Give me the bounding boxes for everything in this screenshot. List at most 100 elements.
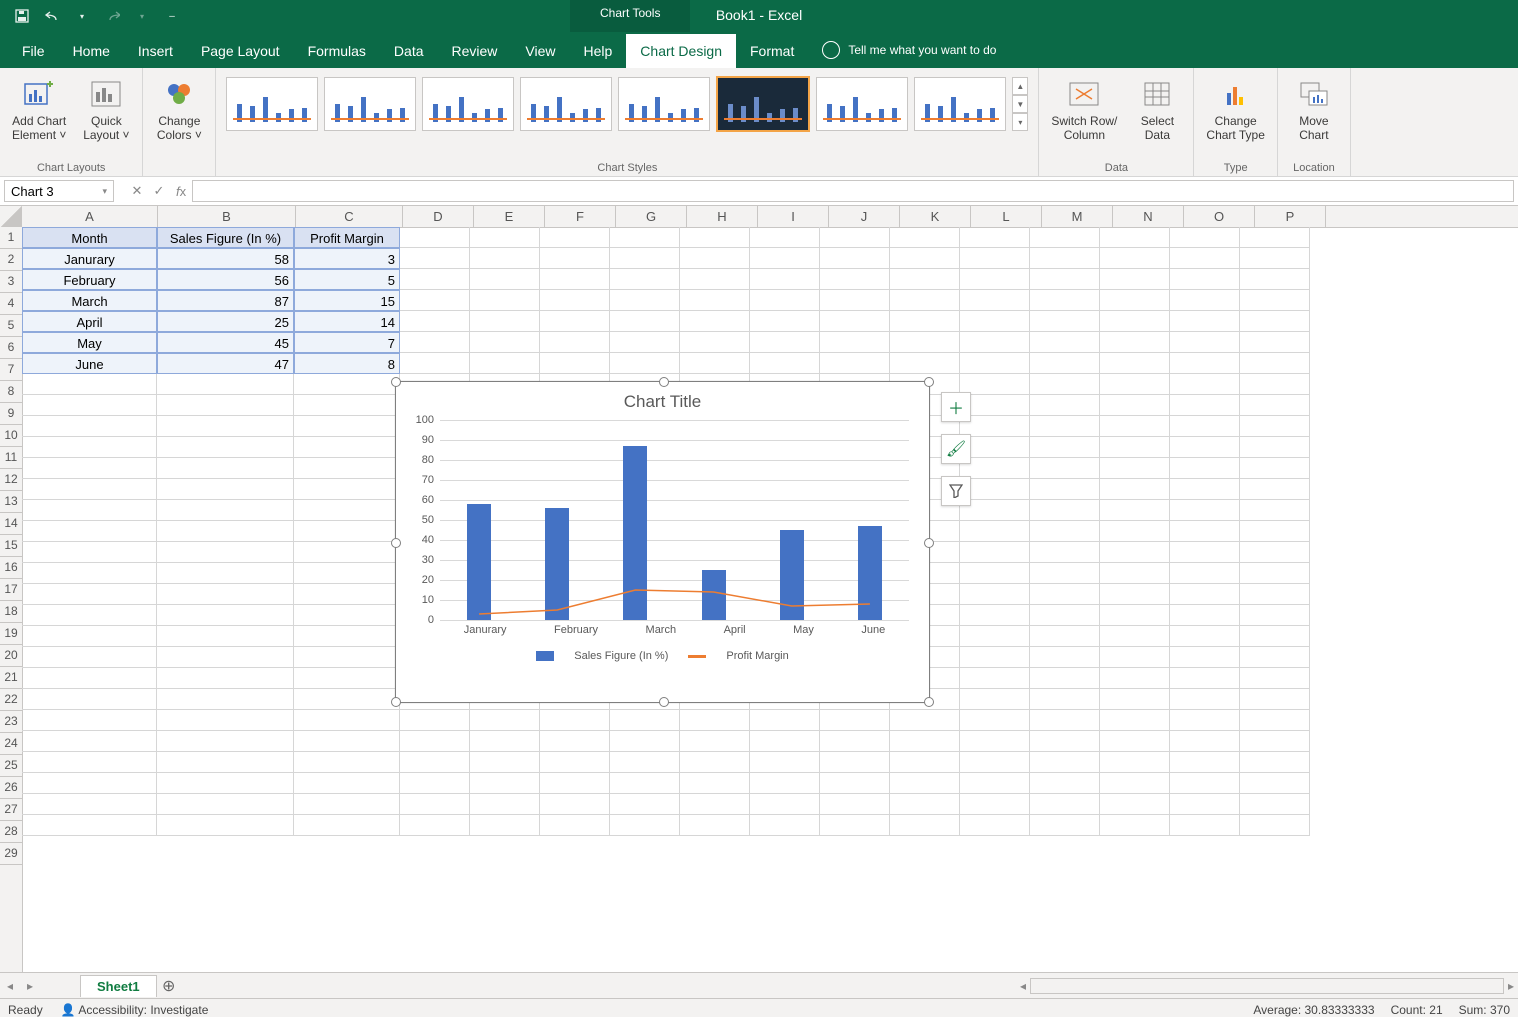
cell[interactable] (294, 542, 400, 563)
cell[interactable] (610, 752, 680, 773)
cell[interactable]: 56 (157, 269, 294, 290)
cell[interactable] (1030, 542, 1100, 563)
cell[interactable] (890, 227, 960, 248)
cell[interactable] (1100, 479, 1170, 500)
change-colors-button[interactable]: Change Colors ˅ (149, 72, 209, 146)
cell[interactable] (1170, 794, 1240, 815)
cell[interactable] (294, 668, 400, 689)
cell[interactable]: May (22, 332, 157, 353)
cell[interactable] (960, 752, 1030, 773)
row-header[interactable]: 8 (0, 381, 22, 403)
row-header[interactable]: 25 (0, 755, 22, 777)
new-sheet-button[interactable]: ⊕ (157, 974, 181, 998)
cell[interactable] (1030, 710, 1100, 731)
tab-view[interactable]: View (511, 34, 569, 68)
cell[interactable] (400, 269, 470, 290)
cell[interactable] (294, 752, 400, 773)
cell[interactable] (22, 710, 157, 731)
cell[interactable] (470, 311, 540, 332)
column-header[interactable]: F (545, 206, 616, 227)
cell[interactable] (157, 773, 294, 794)
scrollbar-track[interactable] (1030, 978, 1504, 994)
cell[interactable] (22, 752, 157, 773)
cell[interactable] (960, 815, 1030, 836)
cell[interactable] (820, 269, 890, 290)
row-header[interactable]: 20 (0, 645, 22, 667)
row-headers[interactable]: 1234567891011121314151617181920212223242… (0, 227, 23, 972)
cell[interactable] (540, 290, 610, 311)
cell[interactable] (820, 332, 890, 353)
cell[interactable] (22, 479, 157, 500)
cell[interactable] (960, 353, 1030, 374)
cell[interactable] (470, 269, 540, 290)
enter-formula-icon[interactable]: ✓ (148, 179, 170, 203)
cell[interactable] (1030, 395, 1100, 416)
cell[interactable] (960, 794, 1030, 815)
cell[interactable] (1240, 773, 1310, 794)
cell[interactable] (1240, 668, 1310, 689)
cell[interactable] (1030, 416, 1100, 437)
cell[interactable] (22, 374, 157, 395)
cell[interactable] (470, 815, 540, 836)
cell[interactable] (294, 416, 400, 437)
cell[interactable] (960, 269, 1030, 290)
cell[interactable] (890, 794, 960, 815)
cell[interactable] (960, 647, 1030, 668)
cell[interactable] (1170, 458, 1240, 479)
cell[interactable] (680, 794, 750, 815)
cell[interactable] (1240, 605, 1310, 626)
cell[interactable] (750, 353, 820, 374)
cell[interactable]: 14 (294, 311, 400, 332)
tab-file[interactable]: File (8, 34, 59, 68)
cell[interactable] (1030, 731, 1100, 752)
cell[interactable] (1170, 605, 1240, 626)
cell[interactable] (1100, 689, 1170, 710)
cell[interactable] (1100, 416, 1170, 437)
resize-handle[interactable] (924, 377, 934, 387)
cell[interactable] (1100, 311, 1170, 332)
cell[interactable] (22, 668, 157, 689)
cell[interactable] (820, 794, 890, 815)
cell[interactable] (1240, 752, 1310, 773)
cell[interactable] (294, 437, 400, 458)
cell[interactable] (294, 374, 400, 395)
cell[interactable] (820, 290, 890, 311)
cell[interactable] (1030, 332, 1100, 353)
sheet-nav-prev-icon[interactable]: ◂ (7, 979, 13, 993)
cell[interactable] (470, 794, 540, 815)
cell[interactable] (294, 626, 400, 647)
row-header[interactable]: 7 (0, 359, 22, 381)
cell[interactable] (1240, 500, 1310, 521)
cell[interactable] (294, 605, 400, 626)
fx-icon[interactable]: fx (170, 179, 192, 203)
cell[interactable] (610, 290, 680, 311)
cell[interactable] (890, 269, 960, 290)
cell[interactable] (294, 815, 400, 836)
bar[interactable] (467, 504, 491, 620)
cell[interactable] (960, 542, 1030, 563)
cell[interactable] (540, 815, 610, 836)
cell[interactable] (820, 311, 890, 332)
cell[interactable] (610, 710, 680, 731)
cell[interactable]: Sales Figure (In %) (157, 227, 294, 248)
cell[interactable] (22, 647, 157, 668)
column-header[interactable]: J (829, 206, 900, 227)
cell[interactable] (1030, 290, 1100, 311)
row-header[interactable]: 9 (0, 403, 22, 425)
cell[interactable] (1030, 521, 1100, 542)
chart-style-thumb-selected[interactable] (716, 76, 810, 132)
cell[interactable] (680, 815, 750, 836)
chart-style-thumb[interactable] (618, 77, 710, 131)
cell[interactable] (1170, 416, 1240, 437)
cell[interactable] (470, 731, 540, 752)
cell[interactable] (680, 332, 750, 353)
cell[interactable] (157, 374, 294, 395)
cell[interactable] (400, 332, 470, 353)
resize-handle[interactable] (659, 697, 669, 707)
cell[interactable] (1170, 437, 1240, 458)
cell[interactable] (400, 731, 470, 752)
cell[interactable] (1100, 437, 1170, 458)
cell[interactable] (820, 353, 890, 374)
cell[interactable] (1100, 227, 1170, 248)
column-header[interactable]: H (687, 206, 758, 227)
